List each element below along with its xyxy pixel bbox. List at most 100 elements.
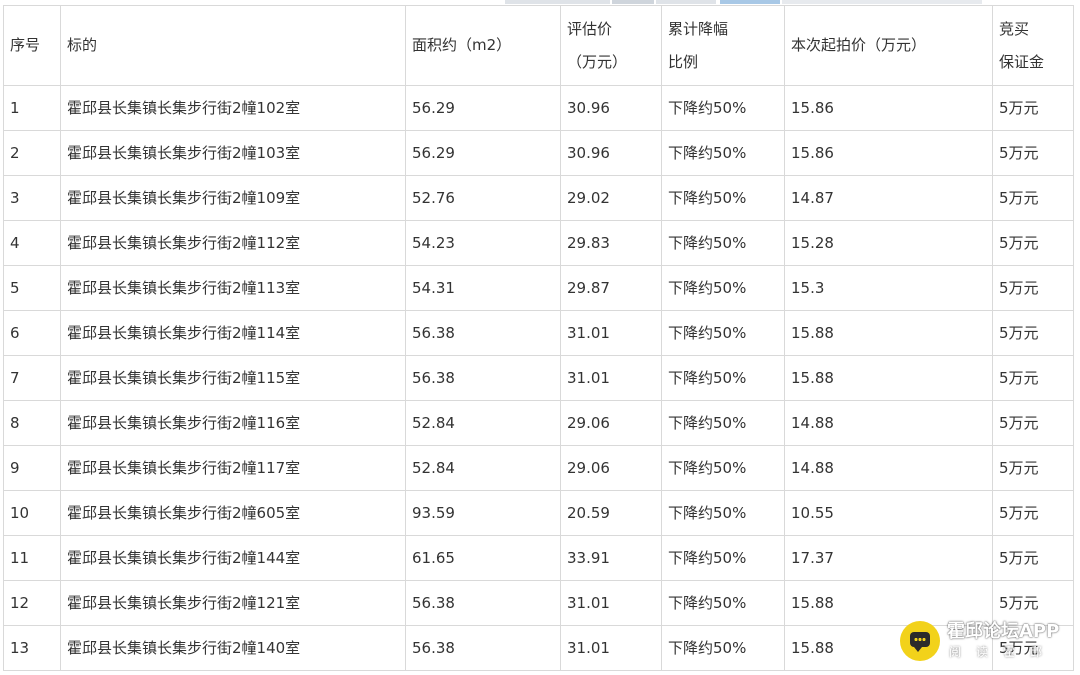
cell-area: 52.84	[405, 445, 561, 491]
cell-valuation: 30.96	[560, 130, 662, 176]
cell-deposit: 5万元	[992, 130, 1074, 176]
cell-valuation: 29.06	[560, 400, 662, 446]
header-label: 评估价	[567, 19, 613, 38]
cell-reduction: 下降约50%	[661, 85, 785, 131]
header-label: 本次起拍价（万元）	[791, 36, 927, 54]
cell-area: 52.84	[405, 400, 561, 446]
cell-valuation: 29.06	[560, 445, 662, 491]
cell-area: 56.38	[405, 580, 561, 626]
auction-table: 序号 标的 面积约（m2） 评估价 （万元） 累计降幅 比例 本次起拍价（万元）…	[3, 5, 1074, 671]
cell-number: 7	[3, 355, 61, 401]
cell-item: 霍邱县长集镇长集步行街2幢116室	[60, 400, 406, 446]
header-cell-deposit: 竞买 保证金	[992, 5, 1074, 86]
cell-number: 5	[3, 265, 61, 311]
cell-item: 霍邱县长集镇长集步行街2幢113室	[60, 265, 406, 311]
top-strip-segment	[782, 0, 982, 4]
cell-item: 霍邱县长集镇长集步行街2幢140室	[60, 625, 406, 671]
header-label: 累计降幅	[668, 19, 729, 38]
cell-start-price: 15.88	[784, 355, 993, 401]
cell-area: 56.29	[405, 130, 561, 176]
cell-area: 56.38	[405, 310, 561, 356]
cell-item: 霍邱县长集镇长集步行街2幢605室	[60, 490, 406, 536]
cell-reduction: 下降约50%	[661, 175, 785, 221]
cell-deposit: 5万元	[992, 220, 1074, 266]
header-cell-number: 序号	[3, 5, 61, 86]
cell-number: 3	[3, 175, 61, 221]
header-cell-start-price: 本次起拍价（万元）	[784, 5, 993, 86]
top-strip-segment	[612, 0, 654, 4]
cell-item: 霍邱县长集镇长集步行街2幢144室	[60, 535, 406, 581]
cell-number: 2	[3, 130, 61, 176]
cell-valuation: 29.87	[560, 265, 662, 311]
header-cell-valuation: 评估价 （万元）	[560, 5, 662, 86]
cell-valuation: 30.96	[560, 85, 662, 131]
cell-area: 56.38	[405, 625, 561, 671]
cell-deposit: 5万元	[992, 85, 1074, 131]
cell-start-price: 14.88	[784, 400, 993, 446]
header-cell-reduction: 累计降幅 比例	[661, 5, 785, 86]
cell-area: 52.76	[405, 175, 561, 221]
cell-valuation: 29.02	[560, 175, 662, 221]
cell-area: 56.38	[405, 355, 561, 401]
table-row: 6 霍邱县长集镇长集步行街2幢114室 56.38 31.01 下降约50% 15.88 5…	[3, 310, 1074, 356]
cell-valuation: 31.01	[560, 310, 662, 356]
cell-item: 霍邱县长集镇长集步行街2幢112室	[60, 220, 406, 266]
cell-valuation: 31.01	[560, 580, 662, 626]
cell-start-price: 17.37	[784, 535, 993, 581]
table-row: 10 霍邱县长集镇长集步行街2幢605室 93.59 20.59 下降约50% 10.55…	[3, 490, 1074, 536]
cell-reduction: 下降约50%	[661, 220, 785, 266]
cell-reduction: 下降约50%	[661, 490, 785, 536]
cell-number: 4	[3, 220, 61, 266]
cell-item: 霍邱县长集镇长集步行街2幢103室	[60, 130, 406, 176]
cell-reduction: 下降约50%	[661, 130, 785, 176]
table-row: 11 霍邱县长集镇长集步行街2幢144室 61.65 33.91 下降约50% 17.37…	[3, 535, 1074, 581]
cell-start-price: 15.86	[784, 130, 993, 176]
cell-start-price: 15.28	[784, 220, 993, 266]
cell-number: 9	[3, 445, 61, 491]
header-cell-item: 标的	[60, 5, 406, 86]
cell-reduction: 下降约50%	[661, 355, 785, 401]
cell-reduction: 下降约50%	[661, 265, 785, 311]
cell-number: 13	[3, 625, 61, 671]
cell-deposit: 5万元	[992, 445, 1074, 491]
header-label: 标的	[67, 36, 98, 54]
header-label: 保证金	[999, 52, 1045, 71]
chat-bubble-shape	[910, 632, 930, 652]
cell-deposit: 5万元	[992, 175, 1074, 221]
cell-number: 11	[3, 535, 61, 581]
cell-area: 54.31	[405, 265, 561, 311]
cell-item: 霍邱县长集镇长集步行街2幢102室	[60, 85, 406, 131]
header-label: 面积约（m2）	[412, 36, 512, 54]
cell-number: 6	[3, 310, 61, 356]
cell-deposit: 5万元	[992, 535, 1074, 581]
cell-reduction: 下降约50%	[661, 445, 785, 491]
cell-deposit: 5万元	[992, 400, 1074, 446]
cell-reduction: 下降约50%	[661, 625, 785, 671]
table-row: 9 霍邱县长集镇长集步行街2幢117室 52.84 29.06 下降约50% 14.88 5…	[3, 445, 1074, 491]
cell-item: 霍邱县长集镇长集步行街2幢117室	[60, 445, 406, 491]
cell-number: 12	[3, 580, 61, 626]
chat-bubble-dots	[914, 638, 926, 641]
cell-start-price: 15.88	[784, 310, 993, 356]
header-label: 比例	[668, 52, 699, 71]
cell-valuation: 31.01	[560, 355, 662, 401]
cell-deposit: 5万元	[992, 490, 1074, 536]
cell-area: 56.29	[405, 85, 561, 131]
cell-start-price: 14.88	[784, 445, 993, 491]
table-row: 1 霍邱县长集镇长集步行街2幢102室 56.29 30.96 下降约50% 15.86 5…	[3, 85, 1074, 131]
table-row: 8 霍邱县长集镇长集步行街2幢116室 52.84 29.06 下降约50% 14.88 5…	[3, 400, 1074, 446]
cell-number: 8	[3, 400, 61, 446]
table-row: 7 霍邱县长集镇长集步行街2幢115室 56.38 31.01 下降约50% 15.88 5…	[3, 355, 1074, 401]
cell-start-price: 14.87	[784, 175, 993, 221]
top-strip-segment	[505, 0, 610, 4]
cell-item: 霍邱县长集镇长集步行街2幢121室	[60, 580, 406, 626]
cell-reduction: 下降约50%	[661, 400, 785, 446]
cell-start-price: 15.86	[784, 85, 993, 131]
cell-number: 1	[3, 85, 61, 131]
cell-reduction: 下降约50%	[661, 310, 785, 356]
table-row: 3 霍邱县长集镇长集步行街2幢109室 52.76 29.02 下降约50% 14.87 5…	[3, 175, 1074, 221]
cell-item: 霍邱县长集镇长集步行街2幢109室	[60, 175, 406, 221]
cell-area: 93.59	[405, 490, 561, 536]
table-row: 5 霍邱县长集镇长集步行街2幢113室 54.31 29.87 下降约50% 15.3 5万…	[3, 265, 1074, 311]
top-strip-segment	[720, 0, 780, 4]
